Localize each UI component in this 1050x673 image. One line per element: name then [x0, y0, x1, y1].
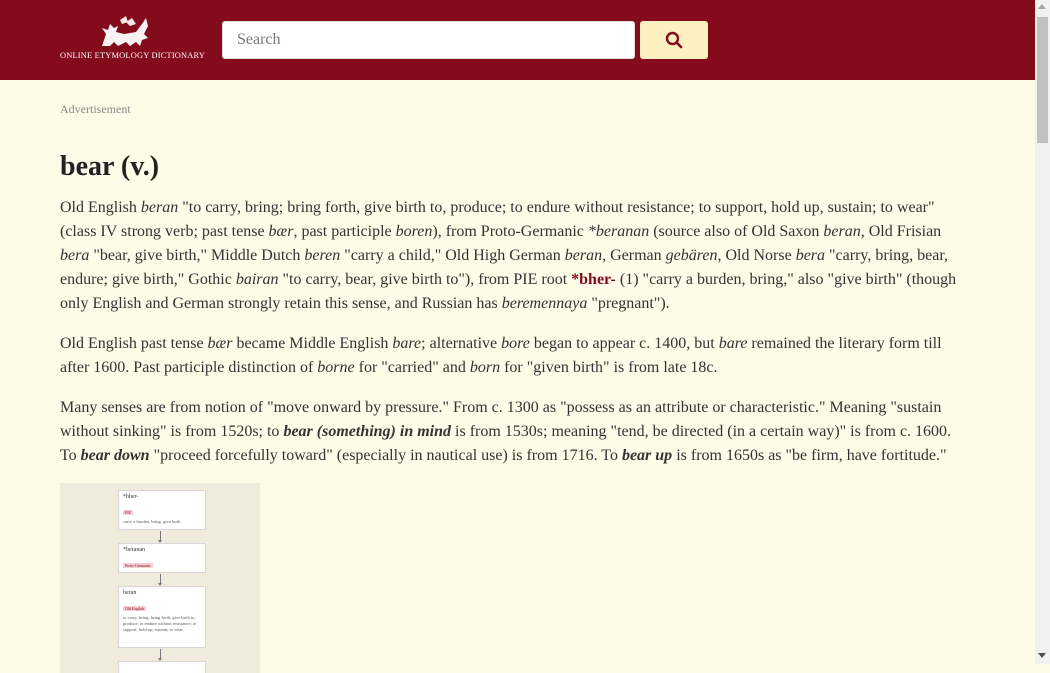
cited-word: *beranan: [587, 223, 650, 240]
diagram-node[interactable]: *beranan Proto-Germanic: [118, 543, 206, 573]
entry-text: , German: [602, 247, 666, 264]
cited-word: borne: [317, 359, 355, 376]
entry-text: "to carry, bear, give birth to"), from P…: [278, 271, 572, 288]
site-logo[interactable]: ONLINE ETYMOLOGY DICTIONARY: [60, 16, 206, 62]
site-header: ONLINE ETYMOLOGY DICTIONARY: [0, 0, 1035, 80]
entry-text: became Middle English: [232, 335, 393, 352]
entry-paragraph: Old English beran "to carry, bring; brin…: [60, 196, 960, 316]
entry-text: for "carried" and: [354, 359, 470, 376]
diagram-node-head: *beranan: [123, 547, 145, 553]
diagram-arrow-icon: [158, 649, 162, 661]
search-button[interactable]: [640, 21, 708, 59]
entry-paragraph: Many senses are from notion of "move onw…: [60, 396, 960, 468]
diagram-node-gloss: to carry, bring; bring forth, give birth…: [123, 615, 197, 632]
diagram-arrow-icon: [158, 574, 162, 586]
entry-text: is from 1650s as "be firm, have fortitud…: [672, 447, 947, 464]
cited-word: gebären: [665, 247, 718, 264]
cited-word: bare: [718, 335, 748, 352]
diagram-node-tag: Proto-Germanic: [123, 563, 153, 568]
page-scrollbar[interactable]: [1035, 0, 1050, 664]
entry-paragraph: Old English past tense bær became Middle…: [60, 332, 960, 380]
entry-text: , Old Frisian: [860, 223, 942, 240]
diagram-node-tag: Old English: [123, 606, 147, 611]
diagram-node[interactable]: beran Old English to carry, bring; bring…: [118, 586, 206, 648]
entry-text: "pregnant").: [587, 295, 670, 312]
entry-text: ), from Proto-Germanic: [432, 223, 588, 240]
cited-word: born: [469, 359, 501, 376]
winged-lion-logo-icon: [102, 16, 148, 46]
entry-text: Old English past tense: [60, 335, 208, 352]
cited-word: beren: [304, 247, 341, 264]
advertisement-label: Advertisement: [60, 102, 131, 116]
cited-word: bær: [207, 335, 233, 352]
etymology-diagram[interactable]: *bher- PIE carry a burden, bring; give b…: [60, 483, 260, 673]
scroll-up-arrow-icon[interactable]: [1038, 4, 1046, 9]
cited-word: beran: [140, 199, 179, 216]
entry-text: , past participle: [293, 223, 396, 240]
entry-text: "bear, give birth," Middle Dutch: [89, 247, 305, 264]
phrase-highlight: bear (something) in mind: [283, 423, 452, 440]
cited-word: bera: [795, 247, 826, 264]
cited-word: beran: [823, 223, 861, 240]
diagram-node[interactable]: [118, 661, 206, 673]
search-icon: [665, 31, 683, 49]
entry-text: (source also of Old Saxon: [649, 223, 824, 240]
cited-word: bairan: [235, 271, 279, 288]
diagram-node-tag: PIE: [123, 510, 133, 515]
diagram-arrow-icon: [158, 531, 162, 543]
cited-word: boren: [395, 223, 433, 240]
entry-definition: Old English beran "to carry, bring; brin…: [60, 196, 960, 484]
entry-text: "proceed forcefully toward" (especially …: [149, 447, 622, 464]
root-crossref-link[interactable]: *bher-: [571, 271, 616, 288]
entry-text: , Old Norse: [717, 247, 796, 264]
search-input[interactable]: [222, 21, 635, 59]
phrase-highlight: bear up: [621, 447, 673, 464]
entry-text: for "given birth" is from late 18c.: [500, 359, 718, 376]
diagram-node-head: beran: [123, 590, 137, 596]
cited-word: bore: [501, 335, 530, 352]
entry-text: ; alternative: [421, 335, 502, 352]
phrase-highlight: bear down: [80, 447, 150, 464]
diagram-node-gloss: carry a burden, bring; give birth: [123, 519, 181, 524]
diagram-node[interactable]: *bher- PIE carry a burden, bring; give b…: [118, 490, 206, 530]
scroll-down-arrow-icon[interactable]: [1038, 653, 1046, 658]
scrollbar-thumb[interactable]: [1037, 17, 1048, 143]
entry-text: "carry a child," Old High German: [340, 247, 565, 264]
entry-text: began to appear c. 1400, but: [529, 335, 719, 352]
cited-word: bær: [268, 223, 294, 240]
cited-word: beremennaya: [501, 295, 588, 312]
entry-text: Old English: [60, 199, 141, 216]
cited-word: beran: [564, 247, 603, 264]
logo-text: ONLINE ETYMOLOGY DICTIONARY: [60, 51, 206, 60]
cited-word: bera: [60, 247, 90, 264]
diagram-node-head: *bher-: [123, 494, 139, 500]
entry-title: bear (v.): [60, 151, 160, 182]
cited-word: bare: [392, 335, 422, 352]
